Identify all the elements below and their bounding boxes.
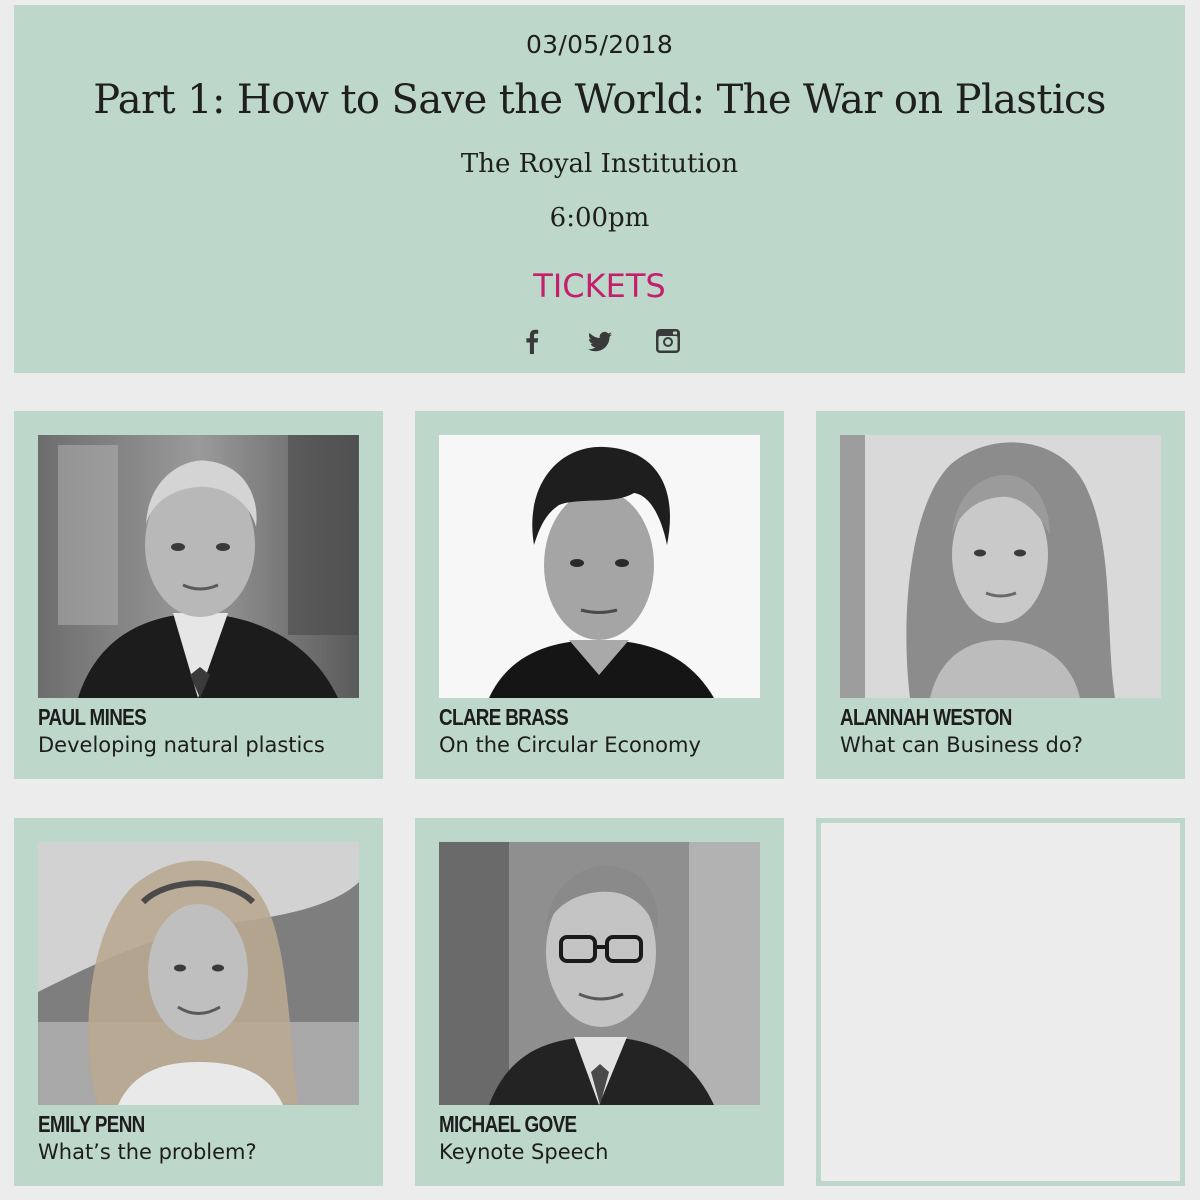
- speaker-topic: What can Business do?: [840, 733, 1083, 757]
- speaker-topic: On the Circular Economy: [439, 733, 701, 757]
- speaker-card[interactable]: EMILY PENN What’s the problem?: [14, 818, 383, 1186]
- speaker-card[interactable]: MICHAEL GOVE Keynote Speech: [415, 818, 784, 1186]
- instagram-icon[interactable]: [654, 327, 682, 355]
- speaker-topic: Keynote Speech: [439, 1140, 609, 1164]
- event-date: 03/05/2018: [525, 30, 674, 59]
- event-header: 03/05/2018 Part 1: How to Save the World…: [14, 5, 1185, 373]
- speaker-photo: [840, 435, 1161, 698]
- speaker-card[interactable]: ALANNAH WESTON What can Business do?: [816, 411, 1185, 779]
- speaker-topic: Developing natural plastics: [38, 733, 325, 757]
- tickets-link[interactable]: TICKETS: [14, 267, 1185, 305]
- speaker-name: MICHAEL GOVE: [439, 1111, 577, 1137]
- speaker-photo: [38, 842, 359, 1105]
- social-share: [14, 327, 1185, 355]
- twitter-icon[interactable]: [586, 327, 614, 355]
- event-time: 6:00pm: [549, 203, 650, 233]
- speaker-card[interactable]: PAUL MINES Developing natural plastics: [14, 411, 383, 779]
- speaker-name: ALANNAH WESTON: [840, 704, 1012, 730]
- empty-card-placeholder: [816, 818, 1185, 1186]
- event-title: Part 1: How to Save the World: The War o…: [93, 77, 1106, 123]
- speaker-name: PAUL MINES: [38, 704, 147, 730]
- speaker-card[interactable]: CLARE BRASS On the Circular Economy: [415, 411, 784, 779]
- speaker-photo: [38, 435, 359, 698]
- speaker-name: CLARE BRASS: [439, 704, 569, 730]
- event-venue: The Royal Institution: [460, 149, 739, 179]
- speaker-name: EMILY PENN: [38, 1111, 145, 1137]
- speaker-topic: What’s the problem?: [38, 1140, 257, 1164]
- speaker-photo: [439, 842, 760, 1105]
- speaker-photo: [439, 435, 760, 698]
- facebook-icon[interactable]: [518, 327, 546, 355]
